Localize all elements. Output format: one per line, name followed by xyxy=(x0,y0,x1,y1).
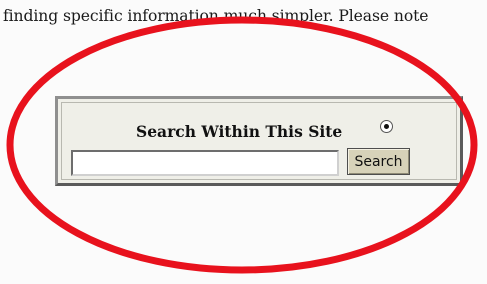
search-button[interactable]: Search xyxy=(347,148,410,175)
intro-text: finding specific information much simple… xyxy=(3,7,429,25)
search-scope-radio[interactable] xyxy=(380,120,393,133)
site-search-box: Search Within This Site Search xyxy=(55,96,463,186)
search-input[interactable] xyxy=(71,150,339,176)
search-title: Search Within This Site xyxy=(136,122,343,141)
